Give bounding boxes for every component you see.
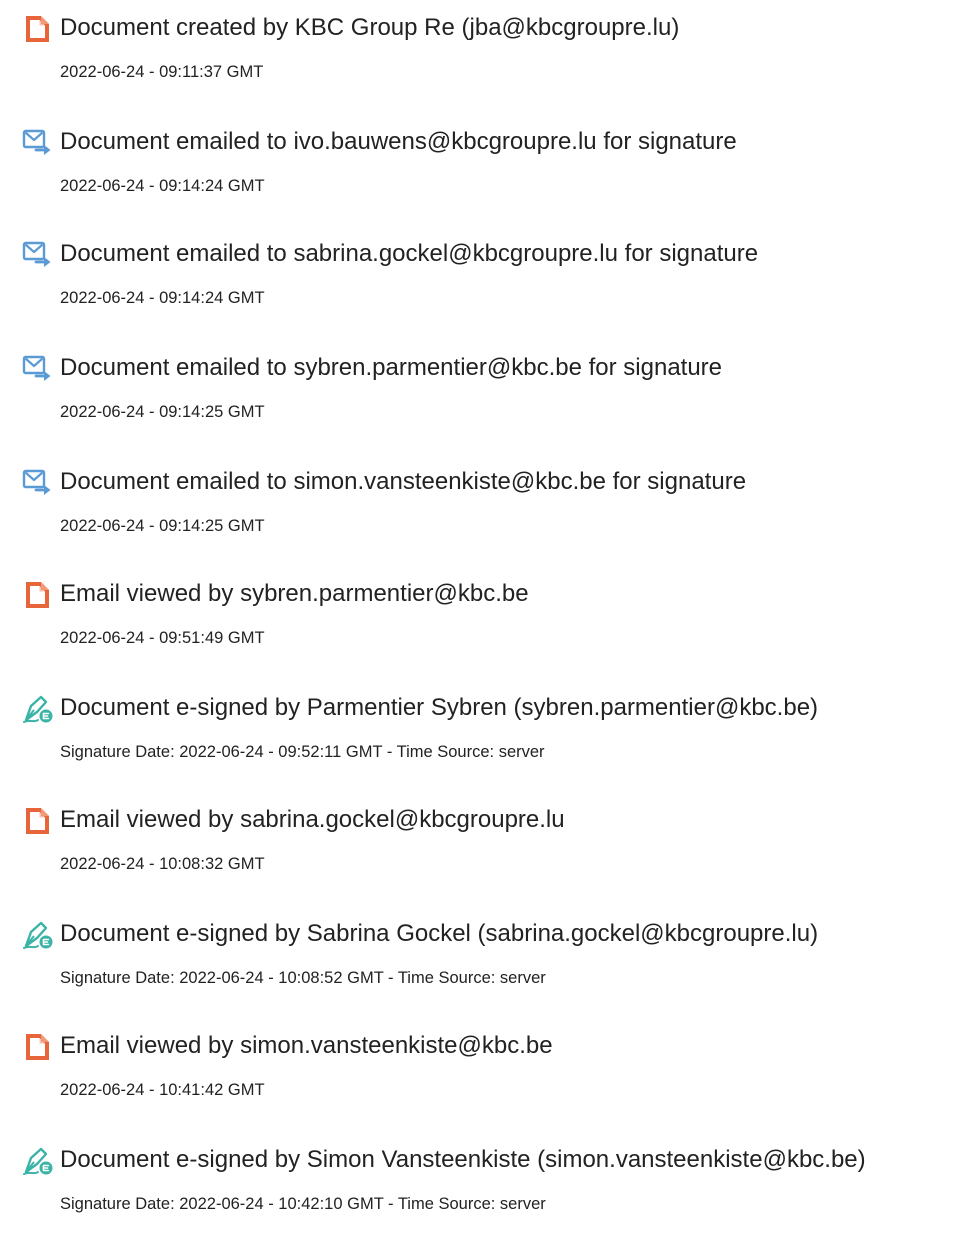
event-title: Document emailed to ivo.bauwens@kbcgroup…: [60, 128, 737, 155]
email-sent-icon: [22, 354, 54, 384]
history-event: Document emailed to sybren.parmentier@kb…: [0, 353, 956, 453]
e-sign-icon: [22, 920, 54, 950]
document-icon: [22, 806, 54, 836]
history-event: Email viewed by sabrina.gockel@kbcgroupr…: [0, 805, 956, 905]
document-icon: [22, 580, 54, 610]
history-event: Document created by KBC Group Re (jba@kb…: [0, 13, 956, 113]
document-icon: [22, 1032, 54, 1062]
event-timestamp: 2022-06-24 - 09:14:24 GMT: [60, 289, 265, 307]
event-timestamp: 2022-06-24 - 09:51:49 GMT: [60, 629, 265, 647]
event-title: Email viewed by sabrina.gockel@kbcgroupr…: [60, 806, 565, 833]
email-sent-icon: [22, 468, 54, 498]
history-event: Email viewed by simon.vansteenkiste@kbc.…: [0, 1031, 956, 1131]
event-timestamp: 2022-06-24 - 10:08:32 GMT: [60, 855, 265, 873]
history-event: Email viewed by sybren.parmentier@kbc.be…: [0, 579, 956, 679]
event-title: Document e-signed by Sabrina Gockel (sab…: [60, 920, 819, 947]
event-title: Document e-signed by Parmentier Sybren (…: [60, 694, 819, 721]
e-sign-icon: [22, 1146, 54, 1176]
event-timestamp: Signature Date: 2022-06-24 - 09:52:11 GM…: [60, 743, 545, 761]
event-timestamp: 2022-06-24 - 09:11:37 GMT: [60, 63, 264, 81]
event-timestamp: Signature Date: 2022-06-24 - 10:08:52 GM…: [60, 969, 546, 987]
history-event: Document emailed to sabrina.gockel@kbcgr…: [0, 239, 956, 339]
event-title: Email viewed by simon.vansteenkiste@kbc.…: [60, 1032, 553, 1059]
event-title: Document emailed to sybren.parmentier@kb…: [60, 354, 723, 381]
e-sign-icon: [22, 694, 54, 724]
history-event: Document e-signed by Sabrina Gockel (sab…: [0, 919, 956, 1019]
email-sent-icon: [22, 128, 54, 158]
history-event: Document e-signed by Simon Vansteenkiste…: [0, 1145, 956, 1245]
event-title: Document emailed to sabrina.gockel@kbcgr…: [60, 240, 759, 267]
event-timestamp: 2022-06-24 - 09:14:24 GMT: [60, 177, 265, 195]
history-event: Document emailed to simon.vansteenkiste@…: [0, 467, 956, 567]
history-event: Document emailed to ivo.bauwens@kbcgroup…: [0, 127, 956, 227]
event-timestamp: 2022-06-24 - 09:14:25 GMT: [60, 517, 265, 535]
event-title: Document created by KBC Group Re (jba@kb…: [60, 14, 680, 41]
history-event: Document e-signed by Parmentier Sybren (…: [0, 693, 956, 793]
event-timestamp: Signature Date: 2022-06-24 - 10:42:10 GM…: [60, 1195, 546, 1213]
event-title: Document e-signed by Simon Vansteenkiste…: [60, 1146, 866, 1173]
document-icon: [22, 14, 54, 44]
email-sent-icon: [22, 240, 54, 270]
event-timestamp: 2022-06-24 - 09:14:25 GMT: [60, 403, 265, 421]
event-title: Document emailed to simon.vansteenkiste@…: [60, 468, 747, 495]
event-timestamp: 2022-06-24 - 10:41:42 GMT: [60, 1081, 265, 1099]
event-title: Email viewed by sybren.parmentier@kbc.be: [60, 580, 529, 607]
audit-history-log: Document created by KBC Group Re (jba@kb…: [0, 0, 956, 1224]
